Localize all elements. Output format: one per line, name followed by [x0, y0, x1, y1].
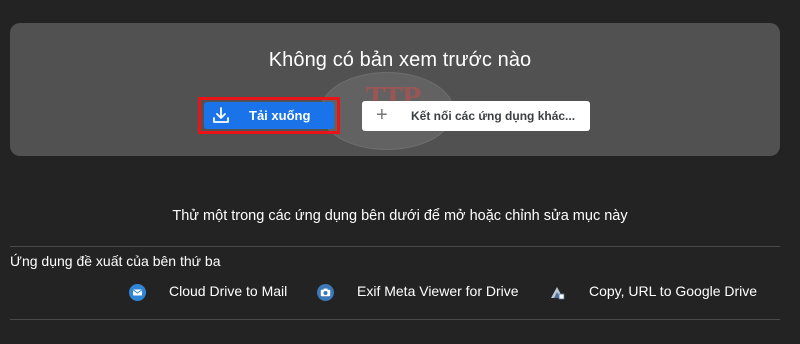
app-label: Cloud Drive to Mail	[169, 283, 288, 299]
connect-apps-button[interactable]: + Kết nối các ứng dụng khác...	[362, 101, 590, 131]
divider	[10, 246, 780, 247]
mail-icon	[129, 284, 146, 301]
camera-icon	[317, 284, 334, 301]
apps-hint-text: Thử một trong các ứng dụng bên dưới để m…	[172, 208, 628, 224]
divider	[10, 319, 780, 320]
app-label: Exif Meta Viewer for Drive	[357, 283, 519, 299]
third-party-apps-heading: Ứng dụng đề xuất của bên thứ ba	[10, 253, 221, 269]
download-label: Tải xuống	[249, 108, 311, 123]
download-icon	[212, 107, 230, 124]
connect-apps-label: Kết nối các ứng dụng khác...	[411, 109, 576, 123]
url-copy-icon	[549, 284, 566, 301]
plus-icon: +	[376, 104, 388, 126]
no-preview-title: Không có bản xem trước nào	[268, 49, 532, 71]
app-label: Copy, URL to Google Drive	[589, 283, 758, 299]
download-button[interactable]: Tải xuống	[204, 102, 334, 129]
